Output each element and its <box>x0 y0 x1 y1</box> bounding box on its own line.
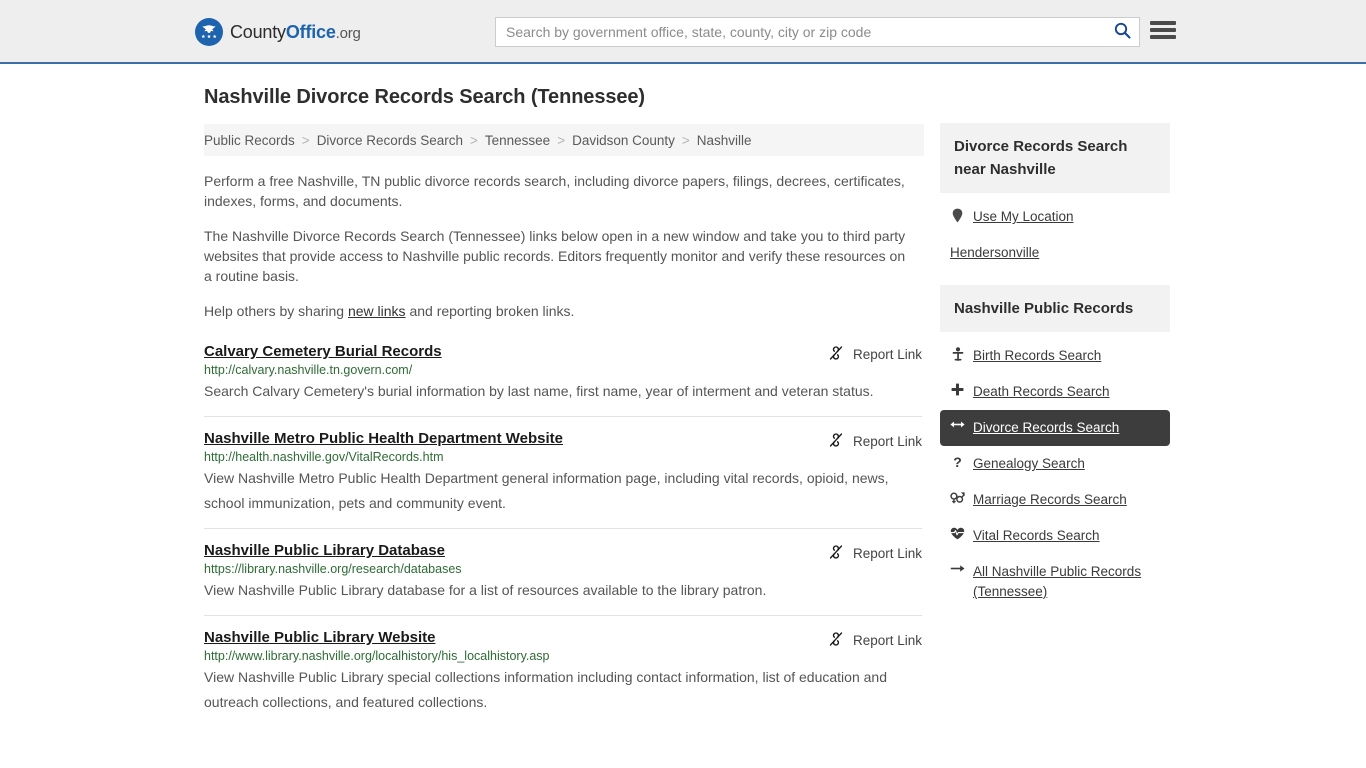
map-pin-icon <box>950 207 965 223</box>
report-link-label: Report Link <box>852 347 922 362</box>
result-url: http://calvary.nashville.tn.govern.com/ <box>204 363 413 377</box>
sidebar-item-use-my-location[interactable]: Use My Location <box>940 199 1170 235</box>
breadcrumb: Public Records > Divorce Records Search … <box>204 124 924 156</box>
breadcrumb-separator: > <box>301 132 310 148</box>
intro-paragraph-1: Perform a free Nashville, TN public divo… <box>204 173 905 209</box>
result-item: Nashville Metro Public Health Department… <box>204 430 922 529</box>
report-link-button[interactable]: Report Link <box>828 345 922 364</box>
site-header: CountyOffice.org <box>0 0 1366 64</box>
hamburger-bar <box>1150 21 1176 25</box>
breadcrumb-item-divorce-records-search[interactable]: Divorce Records Search <box>317 133 463 148</box>
report-link-button[interactable]: Report Link <box>828 544 922 563</box>
breadcrumb-separator: > <box>681 132 690 148</box>
report-link-label: Report Link <box>852 633 922 648</box>
intro-text: Perform a free Nashville, TN public divo… <box>204 171 924 321</box>
breadcrumb-item-public-records[interactable]: Public Records <box>204 133 295 148</box>
arrow-right-icon <box>950 562 965 574</box>
sidebar-public-records-header: Nashville Public Records <box>940 285 1170 332</box>
heartbeat-icon <box>950 526 965 540</box>
sidebar-item-label: Birth Records Search <box>973 348 1102 363</box>
result-item: Nashville Public Library Database Report… <box>204 542 922 616</box>
sidebar-item-death-records-search[interactable]: Death Records Search <box>940 374 1170 410</box>
arrows-left-right-icon <box>950 418 965 430</box>
baby-icon <box>950 346 965 361</box>
brand-part-tld: .org <box>335 24 361 42</box>
new-links-link[interactable]: new links <box>348 303 406 319</box>
result-url: http://health.nashville.gov/VitalRecords… <box>204 450 444 464</box>
broken-link-icon <box>828 544 844 563</box>
page-title: Nashville Divorce Records Search (Tennes… <box>204 86 645 108</box>
intro-paragraph-3: Help others by sharing new links and rep… <box>204 301 916 321</box>
sidebar-item-genealogy-search[interactable]: ? Genealogy Search <box>940 446 1170 482</box>
result-item: Nashville Public Library Website Report … <box>204 629 922 727</box>
eagle-seal-icon <box>195 18 223 46</box>
broken-link-icon <box>828 345 844 364</box>
result-title-link[interactable]: Nashville Public Library Database <box>204 542 445 559</box>
sidebar-item-label: Vital Records Search <box>973 528 1100 543</box>
sidebar-item-hendersonville[interactable]: Hendersonville <box>940 235 1170 271</box>
breadcrumb-separator: > <box>557 132 566 148</box>
sidebar-item-divorce-records-search[interactable]: Divorce Records Search <box>940 410 1170 446</box>
result-description: View Nashville Public Library database f… <box>204 582 767 598</box>
hamburger-menu-icon[interactable] <box>1150 19 1176 41</box>
search-bar[interactable] <box>495 17 1140 47</box>
sidebar-nearby-header: Divorce Records Search near Nashville <box>940 123 1170 193</box>
broken-link-icon <box>828 432 844 451</box>
report-link-button[interactable]: Report Link <box>828 432 922 451</box>
sidebar-item-all-nashville-public-records[interactable]: All Nashville Public Records (Tennessee) <box>940 554 1170 610</box>
site-logo[interactable]: CountyOffice.org <box>195 18 361 46</box>
sidebar-public-records-list: Birth Records Search Death Records Searc… <box>940 332 1170 610</box>
result-description: View Nashville Public Library special co… <box>204 669 887 710</box>
result-description: Search Calvary Cemetery's burial informa… <box>204 383 874 399</box>
question-mark-icon: ? <box>950 454 965 469</box>
report-link-button[interactable]: Report Link <box>828 631 922 650</box>
result-url: http://www.library.nashville.org/localhi… <box>204 649 550 663</box>
cross-icon <box>950 382 965 396</box>
search-icon <box>1114 22 1131 42</box>
results-list: Calvary Cemetery Burial Records Report L… <box>204 343 924 727</box>
breadcrumb-separator: > <box>470 132 478 148</box>
search-input[interactable] <box>496 18 1105 46</box>
result-item: Calvary Cemetery Burial Records Report L… <box>204 343 922 417</box>
brand-part-office: Office <box>285 21 336 42</box>
hamburger-bar <box>1150 28 1176 32</box>
sidebar-item-label: All Nashville Public Records (Tennessee) <box>973 564 1142 599</box>
brand-wordmark: CountyOffice.org <box>230 22 361 43</box>
search-button[interactable] <box>1105 18 1139 46</box>
result-title-link[interactable]: Calvary Cemetery Burial Records <box>204 343 442 360</box>
result-url: https://library.nashville.org/research/d… <box>204 562 462 576</box>
result-description: View Nashville Metro Public Health Depar… <box>204 470 889 511</box>
result-title-link[interactable]: Nashville Public Library Website <box>204 629 435 646</box>
sidebar-item-birth-records-search[interactable]: Birth Records Search <box>940 338 1170 374</box>
report-link-label: Report Link <box>852 434 922 449</box>
sidebar-item-label: Death Records Search <box>973 384 1110 399</box>
brand-part-county: County <box>230 21 286 42</box>
broken-link-icon <box>828 631 844 650</box>
report-link-label: Report Link <box>852 546 922 561</box>
breadcrumb-item-davidson-county[interactable]: Davidson County <box>572 133 675 148</box>
intro-p3-before: Help others by sharing <box>204 303 348 319</box>
breadcrumb-item-tennessee[interactable]: Tennessee <box>485 133 550 148</box>
sidebar-item-label: Hendersonville <box>950 245 1040 260</box>
intro-paragraph-2: The Nashville Divorce Records Search (Te… <box>204 228 906 284</box>
breadcrumb-item-nashville[interactable]: Nashville <box>697 133 752 148</box>
svg-text:?: ? <box>953 455 962 469</box>
sidebar-item-label: Use My Location <box>973 209 1074 224</box>
result-title-link[interactable]: Nashville Metro Public Health Department… <box>204 430 563 447</box>
sidebar-item-marriage-records-search[interactable]: Marriage Records Search <box>940 482 1170 518</box>
sidebar-item-label: Divorce Records Search <box>973 420 1120 435</box>
venus-mars-icon <box>950 490 965 505</box>
hamburger-bar <box>1150 35 1176 39</box>
sidebar: Divorce Records Search near Nashville Us… <box>940 123 1170 610</box>
sidebar-nearby-list: Use My Location Hendersonville <box>940 193 1170 271</box>
sidebar-item-vital-records-search[interactable]: Vital Records Search <box>940 518 1170 554</box>
intro-p3-after: and reporting broken links. <box>405 303 575 319</box>
sidebar-item-label: Marriage Records Search <box>973 492 1127 507</box>
sidebar-item-label: Genealogy Search <box>973 456 1085 471</box>
main-content: Nashville Divorce Records Search (Tennes… <box>204 86 924 740</box>
